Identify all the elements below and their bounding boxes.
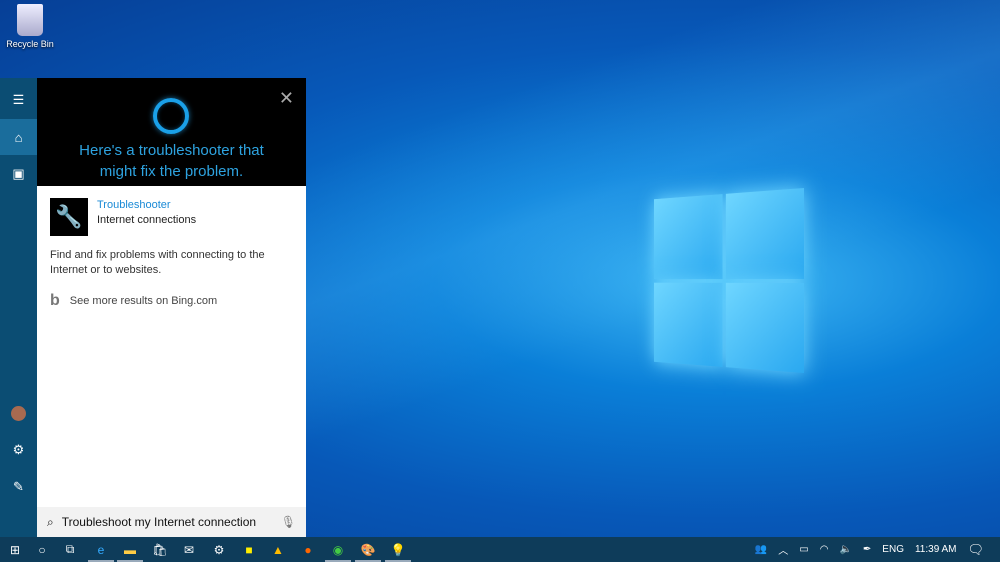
taskbar: ⊞ ○ ⧉ e ▬ 🛍 ✉ ⚙ ■ ▲ ● ◉ 🎨 💡 👥 ︿ ▭ ◠ 🔈 ✒ … bbox=[0, 537, 1000, 562]
bing-link[interactable]: b See more results on Bing.com bbox=[50, 292, 217, 310]
result-title[interactable]: Troubleshooter bbox=[97, 199, 171, 211]
bing-icon: b bbox=[50, 292, 60, 309]
search-input[interactable]: Troubleshoot my Internet connection bbox=[62, 515, 256, 529]
mail-icon[interactable]: ✉ bbox=[174, 537, 204, 562]
settings-gear-icon[interactable]: ⚙ bbox=[0, 432, 37, 468]
cortana-panel: ✕ Here's a troubleshooter that might fix … bbox=[37, 78, 306, 537]
google-ads-icon[interactable]: ▲ bbox=[263, 537, 293, 562]
result-subtitle: Internet connections bbox=[97, 214, 197, 226]
system-tray: 👥 ︿ ▭ ◠ 🔈 ✒ ENG 11:39 AM 🗨 bbox=[755, 537, 1000, 562]
recycle-bin-icon[interactable]: Recycle Bin bbox=[4, 4, 56, 49]
result-description: Find and fix problems with connecting to… bbox=[50, 249, 265, 276]
pen-icon[interactable]: ✒ bbox=[863, 544, 871, 555]
volume-icon[interactable]: 🔈 bbox=[839, 544, 851, 555]
cortana-sidebar: ☰ ⌂ ▣ ⚙ ✎ bbox=[0, 78, 37, 537]
microphone-icon[interactable]: 🎙 bbox=[281, 515, 296, 529]
chevron-up-icon[interactable]: ︿ bbox=[778, 542, 788, 557]
windows-logo-wallpaper bbox=[654, 188, 804, 373]
chrome-icon[interactable]: ◉ bbox=[323, 537, 353, 562]
firefox-icon[interactable]: ● bbox=[293, 537, 323, 562]
avatar[interactable] bbox=[0, 395, 37, 431]
cortana-ring-icon bbox=[153, 98, 189, 134]
search-icon: ⌕ bbox=[47, 514, 54, 529]
clock[interactable]: 11:39 AM bbox=[915, 544, 957, 555]
wrench-icon[interactable]: 🔧 bbox=[50, 198, 88, 236]
language-indicator[interactable]: ENG bbox=[882, 544, 904, 555]
people-icon[interactable]: 👥 bbox=[755, 544, 767, 555]
cortana-header: ✕ Here's a troubleshooter that might fix … bbox=[37, 78, 306, 186]
start-icon[interactable]: ⊞ bbox=[0, 537, 30, 562]
store-icon[interactable]: 🛍 bbox=[145, 537, 175, 562]
settings-icon[interactable]: ⚙ bbox=[204, 537, 234, 562]
cortana-icon[interactable]: ○ bbox=[27, 537, 57, 562]
notebook-icon[interactable]: ▣ bbox=[0, 156, 37, 192]
action-center-icon[interactable]: 🗨 bbox=[967, 542, 984, 558]
search-box[interactable]: ⌕ Troubleshoot my Internet connection 🎙 bbox=[37, 507, 306, 537]
sticky-notes-icon[interactable]: ■ bbox=[234, 537, 264, 562]
close-icon[interactable]: ✕ bbox=[279, 88, 294, 109]
tips-lightbulb-icon[interactable]: 💡 bbox=[383, 537, 413, 562]
cortana-headline: Here's a troubleshooter that might fix th… bbox=[79, 142, 264, 180]
task-view-icon[interactable]: ⧉ bbox=[55, 537, 85, 562]
edge-icon[interactable]: e bbox=[86, 537, 116, 562]
hamburger-menu-icon[interactable]: ☰ bbox=[0, 82, 37, 118]
recycle-bin-label: Recycle Bin bbox=[6, 39, 54, 49]
wifi-icon[interactable]: ◠ bbox=[820, 544, 829, 555]
paint-icon[interactable]: 🎨 bbox=[353, 537, 383, 562]
feedback-icon[interactable]: ✎ bbox=[0, 469, 37, 505]
battery-icon[interactable]: ▭ bbox=[799, 544, 808, 555]
home-icon[interactable]: ⌂ bbox=[0, 119, 37, 155]
file-explorer-icon[interactable]: ▬ bbox=[115, 537, 145, 562]
